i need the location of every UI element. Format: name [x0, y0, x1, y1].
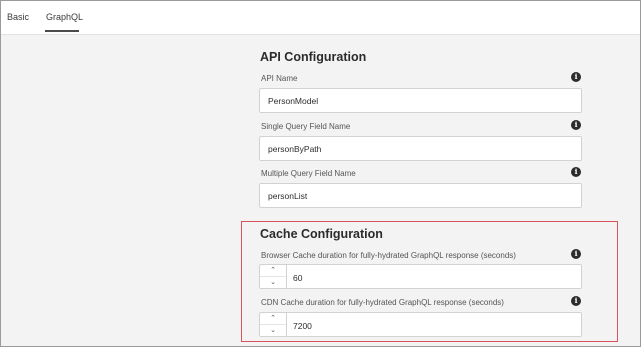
- tab-graphql[interactable]: GraphQL: [46, 12, 83, 22]
- multiple-query-field-name-value: personList: [268, 191, 308, 201]
- info-icon[interactable]: i: [571, 296, 581, 306]
- chevron-down-icon[interactable]: ⌄: [260, 277, 286, 289]
- browser-cache-duration-value: 60: [293, 273, 303, 283]
- chevron-up-icon[interactable]: ⌃: [260, 265, 286, 277]
- info-icon[interactable]: i: [571, 120, 581, 130]
- single-query-field-name-label: Single Query Field Name: [261, 122, 351, 131]
- cdn-cache-duration-label: CDN Cache duration for fully-hydrated Gr…: [261, 298, 504, 307]
- browser-cache-duration-label: Browser Cache duration for fully-hydrate…: [261, 251, 516, 260]
- multiple-query-field-name-field[interactable]: personList: [259, 183, 582, 208]
- active-tab-indicator: [45, 30, 79, 32]
- api-name-field[interactable]: PersonModel: [259, 88, 582, 113]
- chevron-up-icon[interactable]: ⌃: [260, 313, 286, 325]
- info-icon[interactable]: i: [571, 167, 581, 177]
- cdn-cache-duration-field[interactable]: ⌃ ⌄ 7200: [259, 312, 582, 337]
- api-name-label: API Name: [261, 74, 298, 83]
- tab-basic[interactable]: Basic: [7, 12, 29, 22]
- editor-frame: Basic GraphQL API Configuration API Name…: [0, 0, 641, 347]
- info-icon[interactable]: i: [571, 249, 581, 259]
- api-name-value: PersonModel: [268, 96, 319, 106]
- tab-bar: Basic GraphQL: [1, 1, 640, 35]
- multiple-query-field-name-label: Multiple Query Field Name: [261, 169, 356, 178]
- browser-cache-duration-field[interactable]: ⌃ ⌄ 60: [259, 264, 582, 289]
- single-query-field-name-value: personByPath: [268, 144, 322, 154]
- info-icon[interactable]: i: [571, 72, 581, 82]
- cdn-cache-duration-value: 7200: [293, 321, 312, 331]
- chevron-down-icon[interactable]: ⌄: [260, 325, 286, 337]
- cdn-cache-stepper: ⌃ ⌄: [260, 313, 287, 336]
- cache-configuration-heading: Cache Configuration: [260, 227, 383, 241]
- browser-cache-stepper: ⌃ ⌄: [260, 265, 287, 288]
- api-configuration-heading: API Configuration: [260, 50, 367, 64]
- single-query-field-name-field[interactable]: personByPath: [259, 136, 582, 161]
